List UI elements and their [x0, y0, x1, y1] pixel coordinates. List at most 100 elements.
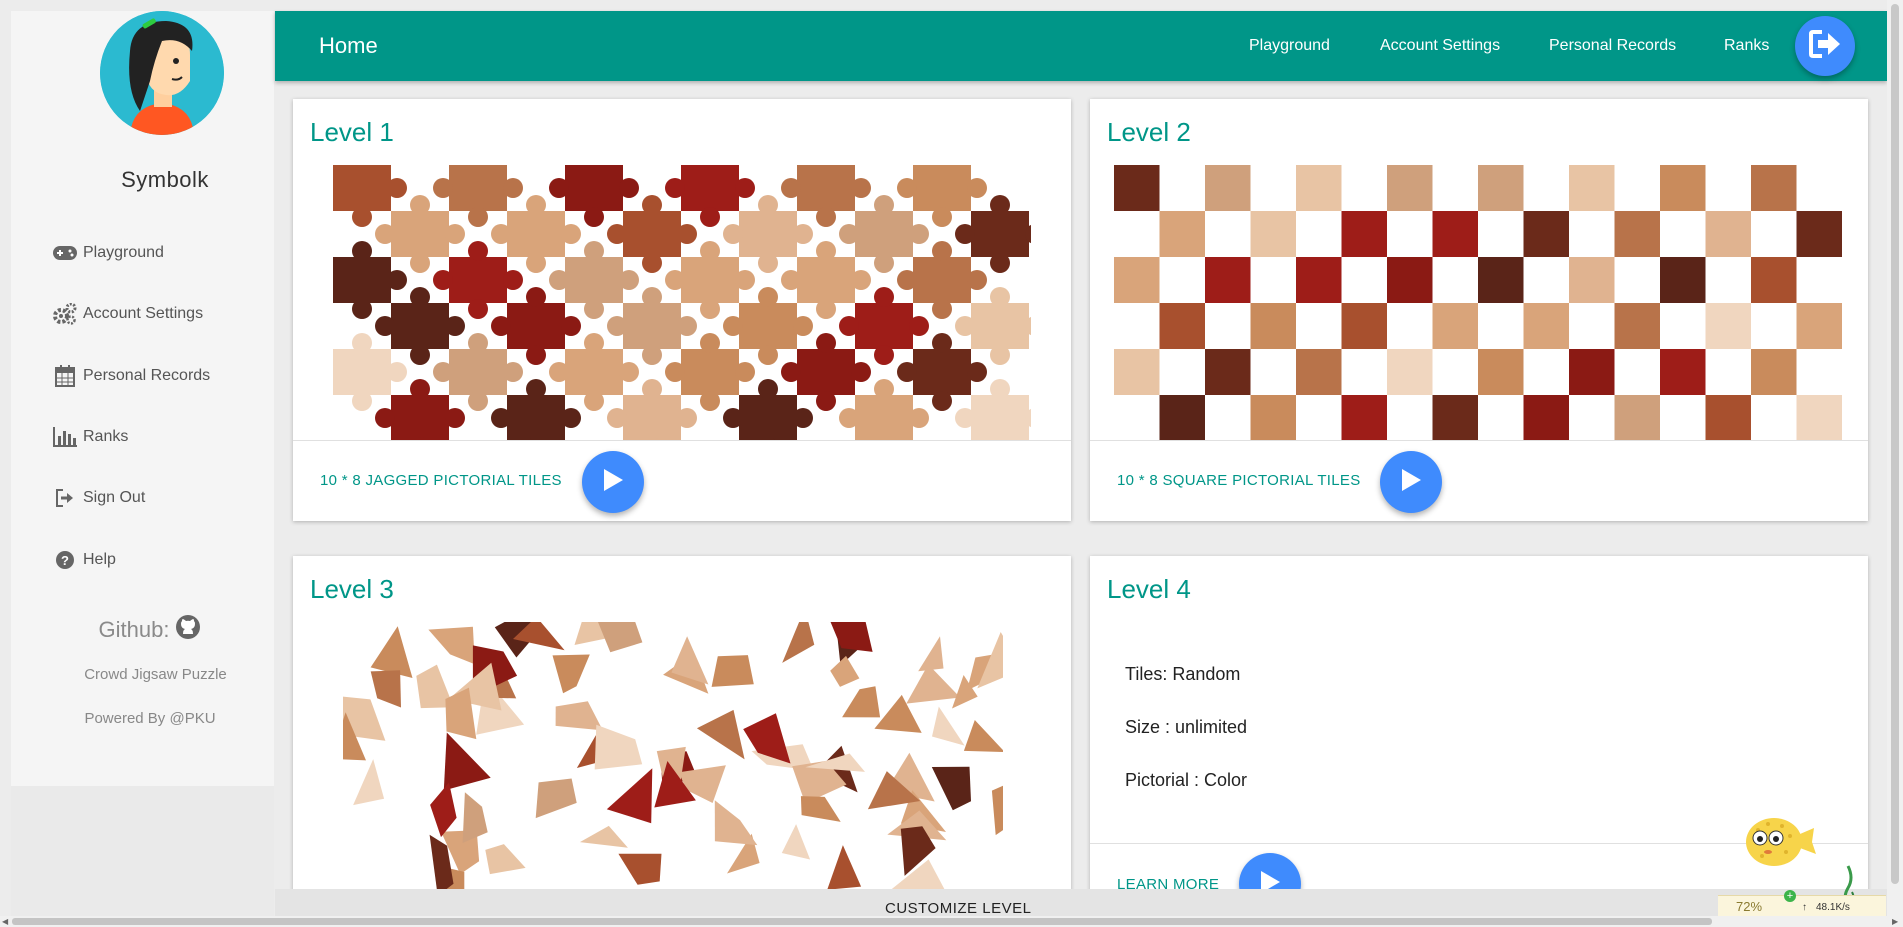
- sidebar-item-help[interactable]: ? Help: [53, 545, 116, 575]
- sidebar-bottom-area: [11, 786, 274, 916]
- customize-level-button[interactable]: CUSTOMIZE LEVEL: [885, 900, 1031, 917]
- square-tile: [1205, 257, 1251, 303]
- nav-personal-records[interactable]: Personal Records: [1549, 11, 1676, 81]
- random-shard: [552, 654, 590, 694]
- random-shard: [782, 622, 815, 663]
- card-divider: [293, 440, 1071, 441]
- level-2-card: Level 2 10 * 8 SQUARE PICTORIAL TILES: [1090, 99, 1868, 521]
- vertical-scrollbar[interactable]: [1887, 0, 1903, 916]
- square-tile: [1796, 211, 1842, 257]
- network-speed-widget[interactable]: 72% + ↑ 48.1K/s: [1718, 890, 1886, 917]
- random-shard: [830, 655, 860, 687]
- sidebar-item-label: Ranks: [83, 428, 129, 445]
- sidebar-item-label: Help: [83, 551, 116, 568]
- random-shard: [370, 626, 413, 678]
- play-icon: [601, 467, 625, 498]
- square-tile: [1478, 349, 1524, 395]
- square-tile: [1660, 349, 1706, 395]
- random-shard: [714, 800, 758, 846]
- nav-account-settings[interactable]: Account Settings: [1380, 11, 1500, 81]
- random-shard: [830, 622, 873, 652]
- random-shard: [606, 768, 653, 824]
- nav-ranks[interactable]: Ranks: [1724, 11, 1769, 81]
- calendar-icon: [53, 365, 77, 387]
- page-title[interactable]: Home: [319, 11, 378, 81]
- sidebar-item-label: Personal Records: [83, 367, 211, 384]
- bar-chart-icon: [53, 427, 77, 447]
- scroll-right-arrow-icon[interactable]: ▶: [1892, 916, 1898, 927]
- level-4-pictorial-info: Pictorial : Color: [1125, 770, 1248, 790]
- square-tile: [1250, 303, 1296, 349]
- square-tile: [1796, 303, 1842, 349]
- pufferfish-mascot-icon[interactable]: [1738, 812, 1818, 872]
- level-title: Level 4: [1107, 574, 1191, 604]
- random-shard: [931, 766, 971, 811]
- scrollbar-thumb[interactable]: [1891, 4, 1899, 884]
- random-shard: [618, 853, 662, 885]
- play-icon: [1399, 467, 1423, 498]
- random-shard: [428, 626, 475, 665]
- sidebar: Symbolk Playground Account Settings Pers…: [11, 11, 274, 589]
- square-tile: [1523, 211, 1569, 257]
- square-tile: [1796, 395, 1842, 440]
- crowd-jigsaw-link[interactable]: Crowd Jigsaw Puzzle: [0, 666, 311, 683]
- scrollbar-thumb[interactable]: [12, 918, 1712, 925]
- sidebar-item-label: Sign Out: [83, 489, 146, 506]
- sign-out-icon: [1808, 29, 1842, 64]
- level-title: Level 1: [310, 117, 394, 147]
- random-shard: [594, 724, 643, 770]
- square-tile: [1296, 257, 1342, 303]
- level-1-description[interactable]: 10 * 8 JAGGED PICTORIAL TILES: [320, 472, 562, 489]
- level-2-description[interactable]: 10 * 8 SQUARE PICTORIAL TILES: [1117, 472, 1361, 489]
- level-2-play-button[interactable]: [1380, 451, 1442, 513]
- upload-arrow-icon: ↑: [1802, 902, 1807, 913]
- nav-playground[interactable]: Playground: [1249, 11, 1330, 81]
- level-3-preview-image: [343, 622, 1003, 896]
- sidebar-item-label: Playground: [83, 244, 164, 261]
- square-tile: [1250, 395, 1296, 440]
- square-tile: [1660, 165, 1706, 211]
- random-shard: [800, 796, 841, 822]
- square-tile: [1751, 257, 1797, 303]
- random-shard: [696, 709, 745, 760]
- sidebar-item-playground[interactable]: Playground: [53, 238, 164, 268]
- random-shard: [963, 720, 1003, 753]
- square-tile: [1751, 349, 1797, 395]
- github-icon: [175, 614, 201, 646]
- square-tile: [1705, 303, 1751, 349]
- square-tile: [1114, 257, 1160, 303]
- square-tile: [1296, 165, 1342, 211]
- level-1-play-button[interactable]: [582, 451, 644, 513]
- square-tile: [1341, 303, 1387, 349]
- sidebar-item-ranks[interactable]: Ranks: [53, 422, 128, 452]
- level-4-tiles-info: Tiles: Random: [1125, 664, 1241, 684]
- square-tile: [1478, 165, 1524, 211]
- sign-out-button[interactable]: [1795, 16, 1855, 76]
- plus-badge-icon: +: [1784, 890, 1796, 902]
- square-tile: [1114, 349, 1160, 395]
- random-shard: [842, 686, 881, 718]
- horizontal-scrollbar[interactable]: ◀ ▶: [0, 916, 1903, 927]
- square-tile: [1478, 257, 1524, 303]
- square-tile: [1614, 395, 1660, 440]
- square-tile: [1614, 303, 1660, 349]
- scroll-left-arrow-icon[interactable]: ◀: [2, 916, 8, 927]
- sidebar-item-personal-records[interactable]: Personal Records: [53, 361, 210, 391]
- random-shard: [579, 825, 628, 848]
- square-tile: [1569, 257, 1615, 303]
- customize-level-bar: [275, 889, 1887, 916]
- square-tile: [1159, 395, 1205, 440]
- sidebar-item-sign-out[interactable]: Sign Out: [53, 483, 145, 513]
- top-app-bar: Home Playground Account Settings Persona…: [275, 11, 1887, 81]
- square-tile: [1432, 395, 1478, 440]
- avatar[interactable]: [100, 11, 224, 135]
- github-label: Github:: [98, 617, 170, 642]
- github-link[interactable]: Github:: [0, 614, 300, 646]
- gamepad-icon: [53, 243, 77, 263]
- square-tile: [1523, 303, 1569, 349]
- sidebar-item-account-settings[interactable]: Account Settings: [53, 299, 203, 329]
- level-1-card: Level 1 10 * 8 JAGGED PICTORIAL TILES: [293, 99, 1071, 521]
- square-tile: [1296, 349, 1342, 395]
- square-tile: [1387, 165, 1433, 211]
- random-shard: [555, 701, 603, 731]
